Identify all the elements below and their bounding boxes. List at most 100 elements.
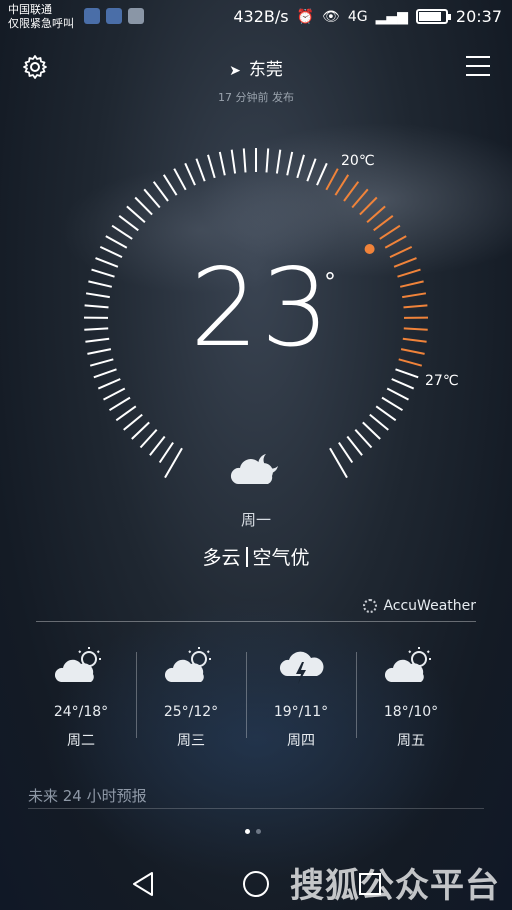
dial-tick bbox=[139, 429, 158, 449]
current-time-dot bbox=[364, 244, 375, 254]
forecast-day-name: 周二 bbox=[67, 733, 95, 749]
dial-tick bbox=[85, 292, 110, 299]
dial-tick-active bbox=[389, 245, 413, 259]
hourly-forecast-title[interactable]: 未来 24 小时预报 bbox=[28, 785, 147, 806]
partly-cloudy-icon bbox=[165, 647, 211, 682]
dial-tick bbox=[286, 151, 294, 176]
dial-tick bbox=[134, 196, 153, 216]
dial-tick bbox=[369, 413, 389, 431]
dial-tick bbox=[391, 378, 415, 390]
forecast-day[interactable]: 24°/18° 周二 bbox=[26, 646, 136, 756]
dial-tick bbox=[97, 378, 121, 390]
daily-forecast: 24°/18° 周二 25°/12° 周三 19°/11° 周四 18°/10°… bbox=[26, 646, 466, 756]
dial-tick bbox=[84, 327, 109, 331]
dial-tick bbox=[105, 235, 128, 249]
dial-tick bbox=[275, 149, 282, 174]
page-indicator bbox=[245, 829, 261, 834]
provider-badge[interactable]: AccuWeather bbox=[363, 598, 476, 614]
forecast-day[interactable]: 18°/10° 周五 bbox=[356, 646, 466, 756]
dial-tick bbox=[362, 421, 381, 440]
thunderstorm-icon bbox=[279, 651, 324, 684]
dial-tick-active bbox=[402, 337, 427, 343]
separator bbox=[245, 547, 248, 567]
home-icon[interactable] bbox=[243, 871, 269, 897]
forecast-day[interactable]: 19°/11° 周四 bbox=[246, 646, 356, 756]
accuweather-sun-icon bbox=[363, 599, 378, 613]
dial-tick-active bbox=[402, 292, 427, 299]
dial-tick bbox=[381, 396, 404, 412]
dial-tick-active bbox=[343, 181, 360, 202]
dial-label-start: 20℃ bbox=[341, 153, 375, 169]
air-quality: 空气优 bbox=[252, 547, 310, 569]
forecast-range: 24°/18° bbox=[53, 704, 109, 720]
dial-tick bbox=[93, 368, 117, 379]
current-day: 周一 bbox=[240, 511, 271, 529]
dial-tick bbox=[87, 348, 112, 355]
dial-tick bbox=[108, 396, 131, 412]
dial-tick bbox=[91, 268, 115, 278]
forecast-range: 18°/10° bbox=[383, 704, 439, 720]
dial-tick bbox=[375, 405, 397, 422]
forecast-day-name: 周五 bbox=[397, 733, 425, 749]
dial-tick bbox=[95, 257, 119, 268]
dial-tick bbox=[85, 337, 110, 343]
dial-tick-active bbox=[366, 205, 386, 223]
dial-label-end: 27℃ bbox=[425, 373, 459, 389]
dial-tick bbox=[152, 181, 169, 202]
dial-tick-active bbox=[400, 348, 425, 355]
dial-tick-active bbox=[398, 358, 423, 367]
dial-tick bbox=[118, 215, 139, 232]
cloudy-night-icon bbox=[230, 454, 278, 484]
dial-tick bbox=[395, 368, 419, 379]
dial-tick bbox=[346, 435, 363, 456]
dial-tick bbox=[126, 205, 146, 223]
degree-symbol: ° bbox=[324, 268, 336, 296]
dial-tick bbox=[158, 442, 174, 464]
dial-tick bbox=[173, 168, 187, 191]
dial-tick-active bbox=[403, 327, 428, 331]
partly-cloudy-icon bbox=[385, 647, 431, 682]
dial-tick-active bbox=[334, 174, 350, 196]
provider-name: AccuWeather bbox=[383, 598, 476, 614]
dial-tick bbox=[306, 158, 317, 182]
dial-tick bbox=[89, 358, 114, 367]
dial-tick bbox=[242, 148, 247, 173]
forecast-range: 19°/11° bbox=[273, 704, 329, 720]
dial-tick bbox=[111, 224, 133, 240]
dial-tick-active bbox=[325, 168, 339, 191]
dial-tick bbox=[218, 151, 226, 176]
dial-tick bbox=[265, 148, 270, 173]
dial-tick bbox=[195, 158, 206, 182]
dial-tick bbox=[296, 154, 305, 179]
forecast-day-name: 周三 bbox=[177, 733, 205, 749]
page-dot-active bbox=[245, 829, 250, 834]
dial-tick-active bbox=[379, 224, 401, 240]
dial-tick bbox=[316, 162, 328, 186]
dial-tick bbox=[88, 280, 113, 288]
dial-tick-active bbox=[403, 304, 428, 309]
dial-tick bbox=[115, 405, 137, 422]
dial-tick bbox=[123, 413, 143, 431]
dial-tick bbox=[143, 188, 161, 209]
dial-tick-active bbox=[393, 257, 417, 268]
page-dot bbox=[256, 829, 261, 834]
forecast-range: 25°/12° bbox=[163, 704, 219, 720]
dial-tick bbox=[162, 174, 178, 196]
dial-tick bbox=[99, 245, 123, 259]
dial-tick-active bbox=[373, 215, 394, 232]
dial-tick bbox=[230, 149, 237, 174]
dial-tick bbox=[149, 435, 166, 456]
dial-tick bbox=[338, 442, 354, 464]
current-temperature: 23 bbox=[190, 246, 332, 371]
divider bbox=[28, 808, 484, 809]
dial-tick bbox=[207, 154, 216, 179]
dial-tick-active bbox=[384, 235, 407, 249]
dial-tick-active bbox=[397, 268, 421, 278]
forecast-day[interactable]: 25°/12° 周三 bbox=[136, 646, 246, 756]
back-icon[interactable] bbox=[130, 871, 156, 897]
dial-tick bbox=[184, 162, 196, 186]
dial-tick bbox=[84, 304, 109, 309]
watermark: 搜狐公众平台 bbox=[290, 866, 500, 906]
weather-condition: 多云 bbox=[202, 547, 241, 569]
dial-tick-active bbox=[351, 188, 369, 209]
